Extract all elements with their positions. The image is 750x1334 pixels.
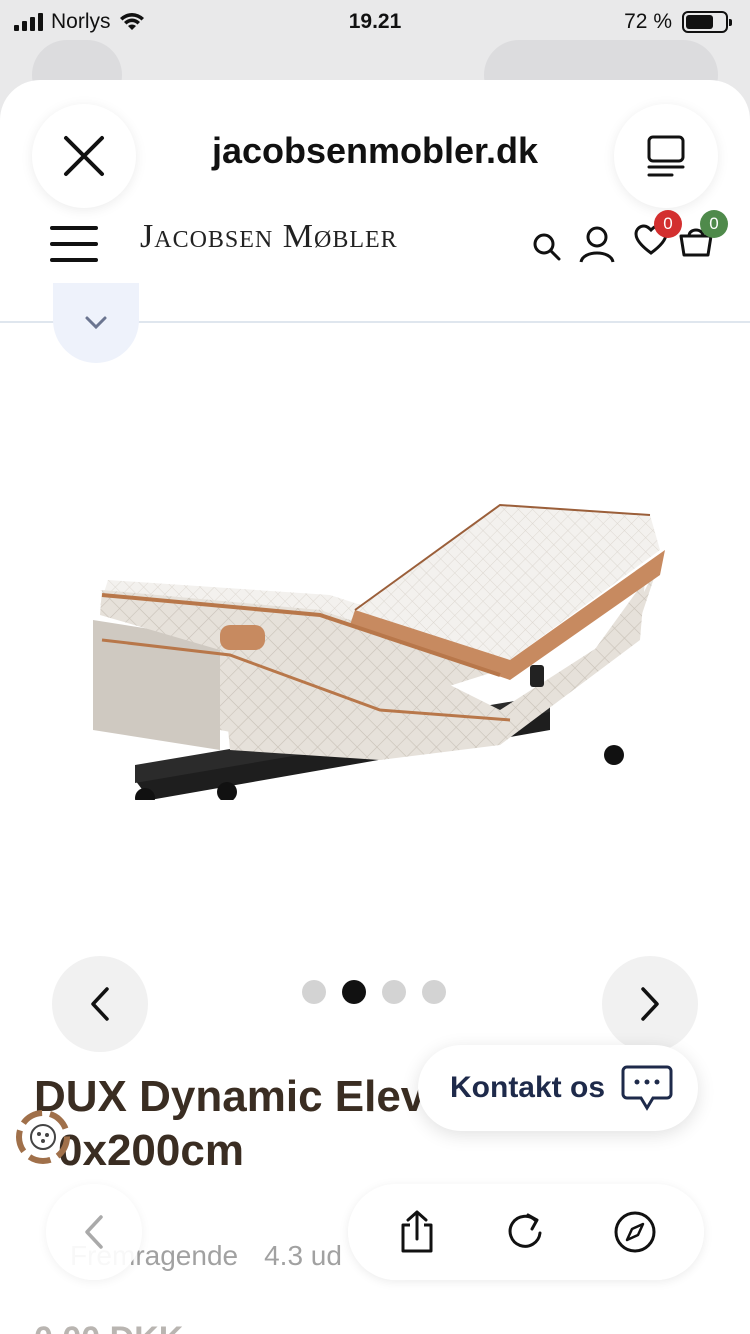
contact-label: Kontakt os <box>450 1071 606 1104</box>
gallery-prev-button[interactable] <box>52 956 148 1052</box>
product-title-line2: 0x200cm <box>58 1126 244 1175</box>
status-bar: Norlys 19.21 72 % <box>0 0 750 44</box>
contact-button[interactable]: Kontakt os <box>418 1045 698 1131</box>
compass-icon <box>614 1211 656 1253</box>
url-title[interactable]: jacobsenmobler.dk <box>150 130 600 172</box>
reader-icon <box>647 135 685 177</box>
cart-count-badge: 0 <box>700 210 728 238</box>
wifi-icon <box>119 13 144 30</box>
gallery-dot[interactable] <box>422 980 446 1004</box>
chevron-down-icon <box>85 316 107 330</box>
close-icon <box>64 136 104 176</box>
reload-button[interactable] <box>491 1197 561 1267</box>
product-image <box>93 503 665 800</box>
battery-fill <box>686 15 714 29</box>
carrier-label: Norlys <box>51 10 111 33</box>
browser-sheet: jacobsenmobler.dk Jacobsen Møbler 0 0 DU… <box>0 80 750 1334</box>
gallery-dots <box>302 980 446 1004</box>
gallery-dot[interactable] <box>302 980 326 1004</box>
user-icon[interactable] <box>578 224 616 264</box>
reader-view-button[interactable] <box>614 104 718 208</box>
cookie-settings-icon[interactable] <box>14 1108 72 1166</box>
browser-toolbar <box>348 1184 704 1280</box>
chevron-left-icon <box>85 1215 103 1249</box>
chevron-right-icon <box>641 987 659 1021</box>
wishlist-button[interactable]: 0 <box>634 210 682 258</box>
gallery-dot[interactable] <box>382 980 406 1004</box>
collapse-chip[interactable] <box>53 283 139 363</box>
menu-icon[interactable] <box>50 226 98 262</box>
search-icon[interactable] <box>532 232 562 262</box>
battery-icon <box>682 11 732 33</box>
rating-text: 4.3 ud <box>264 1240 342 1271</box>
signal-icon <box>14 13 43 31</box>
chat-icon <box>621 1065 673 1111</box>
share-button[interactable] <box>382 1197 452 1267</box>
site-logo[interactable]: Jacobsen Møbler <box>140 218 398 256</box>
gallery-dot-active[interactable] <box>342 980 366 1004</box>
back-button[interactable] <box>46 1184 142 1280</box>
share-icon <box>401 1210 433 1253</box>
close-button[interactable] <box>32 104 136 208</box>
open-in-safari-button[interactable] <box>600 1197 670 1267</box>
battery-percent: 72 % <box>624 10 672 33</box>
gallery-next-button[interactable] <box>602 956 698 1052</box>
reload-icon <box>508 1213 542 1248</box>
chevron-left-icon <box>91 987 109 1021</box>
cart-button[interactable]: 0 <box>678 210 728 260</box>
price-peek: 0.00 DKK <box>34 1320 183 1334</box>
